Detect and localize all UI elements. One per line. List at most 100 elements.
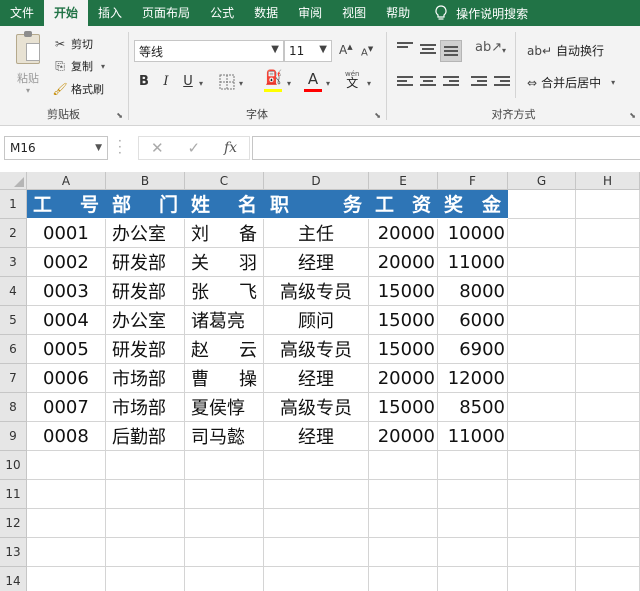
header-cell-e[interactable]: 工资 — [369, 190, 438, 218]
data-cell-b8[interactable]: 市场部 — [106, 393, 185, 422]
chevron-down-icon[interactable]: ▼ — [95, 137, 102, 159]
header-cell-f[interactable]: 奖金 — [438, 190, 508, 218]
empty-cell[interactable] — [508, 480, 576, 509]
empty-cell[interactable] — [264, 567, 369, 591]
row-header-8[interactable]: 8 — [0, 393, 27, 422]
row-header-3[interactable]: 3 — [0, 248, 27, 277]
empty-cell[interactable] — [508, 422, 576, 451]
data-cell-a8[interactable]: 0007 — [27, 393, 106, 422]
cancel-icon[interactable]: ✕ — [151, 139, 164, 157]
data-cell-e4[interactable]: 15000 — [369, 277, 438, 306]
data-cell-a7[interactable]: 0006 — [27, 364, 106, 393]
empty-cell[interactable] — [185, 480, 264, 509]
data-cell-f8[interactable]: 8500 — [438, 393, 508, 422]
data-cell-f9[interactable]: 11000 — [438, 422, 508, 451]
empty-cell[interactable] — [576, 538, 640, 567]
font-size-select[interactable]: 11 ▼ — [284, 40, 332, 62]
tab-insert[interactable]: 插入 — [88, 0, 132, 26]
data-cell-e5[interactable]: 15000 — [369, 306, 438, 335]
empty-cell[interactable] — [438, 451, 508, 480]
empty-cell[interactable] — [576, 509, 640, 538]
empty-cell[interactable] — [27, 480, 106, 509]
italic-button[interactable]: I — [157, 72, 175, 92]
header-cell-b[interactable]: 部门 — [106, 190, 185, 218]
column-header-b[interactable]: B — [106, 172, 185, 190]
empty-cell[interactable] — [185, 451, 264, 480]
tab-home[interactable]: 开始 — [44, 0, 89, 26]
row-header-4[interactable]: 4 — [0, 277, 27, 306]
row-header-14[interactable]: 14 — [0, 567, 27, 591]
data-cell-b3[interactable]: 研发部 — [106, 248, 185, 277]
empty-cell[interactable] — [438, 509, 508, 538]
tell-me-search[interactable]: 操作说明搜索 — [434, 5, 528, 22]
format-painter-button[interactable]: 🖌 格式刷 — [52, 81, 104, 97]
data-cell-f5[interactable]: 6000 — [438, 306, 508, 335]
empty-cell[interactable] — [438, 567, 508, 591]
empty-cell[interactable] — [576, 451, 640, 480]
bold-button[interactable]: B — [135, 72, 153, 92]
empty-cell[interactable] — [508, 306, 576, 335]
data-cell-e6[interactable]: 15000 — [369, 335, 438, 364]
row-header-6[interactable]: 6 — [0, 335, 27, 364]
data-cell-c8[interactable]: 夏侯惇 — [185, 393, 264, 422]
select-all-corner[interactable] — [0, 172, 27, 190]
row-header-5[interactable]: 5 — [0, 306, 27, 335]
borders-icon[interactable] — [219, 74, 235, 90]
dialog-launcher-icon[interactable]: ⬊ — [629, 111, 636, 120]
tab-file[interactable]: 文件 — [0, 0, 44, 26]
empty-cell[interactable] — [576, 335, 640, 364]
data-cell-d2[interactable]: 主任 — [264, 219, 369, 248]
empty-cell[interactable] — [508, 364, 576, 393]
empty-cell[interactable] — [576, 190, 640, 219]
data-cell-f3[interactable]: 11000 — [438, 248, 508, 277]
data-cell-c6[interactable]: 赵云 — [185, 335, 264, 364]
name-box[interactable]: M16 ▼ — [4, 136, 108, 160]
data-cell-b4[interactable]: 研发部 — [106, 277, 185, 306]
data-cell-b7[interactable]: 市场部 — [106, 364, 185, 393]
fill-color-button[interactable]: ⛽ — [265, 70, 282, 86]
data-cell-e9[interactable]: 20000 — [369, 422, 438, 451]
data-cell-f2[interactable]: 10000 — [438, 219, 508, 248]
data-cell-e8[interactable]: 15000 — [369, 393, 438, 422]
empty-cell[interactable] — [508, 219, 576, 248]
empty-cell[interactable] — [106, 538, 185, 567]
empty-cell[interactable] — [27, 538, 106, 567]
copy-button[interactable]: ⎘ 复制 ▾ — [52, 58, 105, 74]
data-cell-e2[interactable]: 20000 — [369, 219, 438, 248]
data-cell-e3[interactable]: 20000 — [369, 248, 438, 277]
empty-cell[interactable] — [264, 480, 369, 509]
orientation-icon[interactable]: ab↗ — [475, 40, 502, 55]
align-top-icon[interactable] — [397, 42, 413, 56]
empty-cell[interactable] — [438, 480, 508, 509]
insert-function-icon[interactable]: fx — [224, 140, 237, 156]
empty-cell[interactable] — [576, 422, 640, 451]
header-cell-a[interactable]: 工号 — [27, 190, 106, 218]
increase-indent-icon[interactable] — [494, 76, 510, 90]
font-color-button[interactable]: A — [304, 69, 322, 89]
empty-cell[interactable] — [106, 509, 185, 538]
header-cell-d[interactable]: 职务 — [264, 190, 369, 218]
column-header-f[interactable]: F — [438, 172, 508, 190]
empty-cell[interactable] — [508, 190, 576, 219]
empty-cell[interactable] — [27, 567, 106, 591]
empty-cell[interactable] — [369, 451, 438, 480]
empty-cell[interactable] — [264, 451, 369, 480]
empty-cell[interactable] — [508, 248, 576, 277]
data-cell-a9[interactable]: 0008 — [27, 422, 106, 451]
data-cell-a6[interactable]: 0005 — [27, 335, 106, 364]
tab-review[interactable]: 审阅 — [288, 0, 332, 26]
empty-cell[interactable] — [369, 509, 438, 538]
empty-cell[interactable] — [264, 509, 369, 538]
row-header-11[interactable]: 11 — [0, 480, 27, 509]
empty-cell[interactable] — [185, 538, 264, 567]
empty-cell[interactable] — [508, 277, 576, 306]
data-cell-f4[interactable]: 8000 — [438, 277, 508, 306]
column-header-c[interactable]: C — [185, 172, 264, 190]
merge-center-button[interactable]: ⇔ 合并后居中 ▾ — [527, 74, 615, 91]
shrink-font-button[interactable]: A▼ — [361, 45, 373, 58]
data-cell-d3[interactable]: 经理 — [264, 248, 369, 277]
data-cell-a3[interactable]: 0002 — [27, 248, 106, 277]
empty-cell[interactable] — [508, 538, 576, 567]
chevron-down-icon[interactable]: ▾ — [502, 46, 506, 55]
data-cell-d5[interactable]: 顾问 — [264, 306, 369, 335]
